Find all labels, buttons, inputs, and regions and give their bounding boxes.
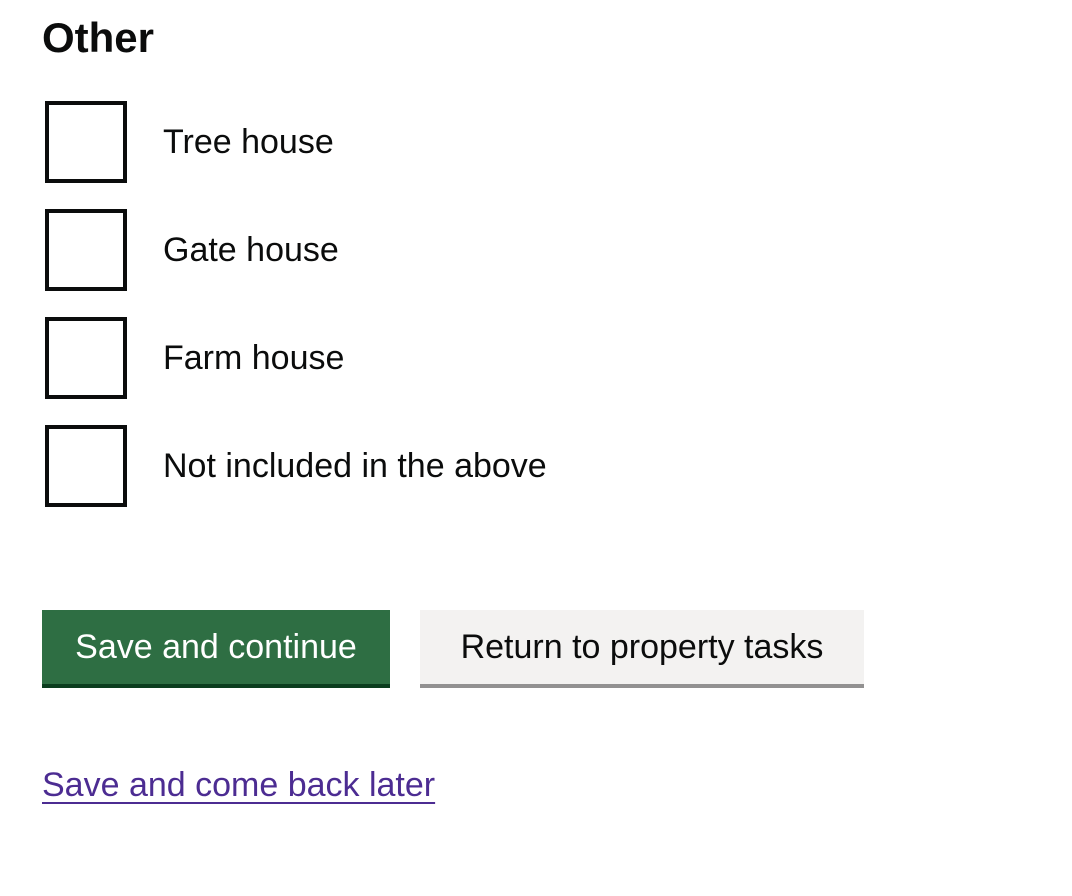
checkbox-item-tree-house[interactable]: Tree house (45, 101, 547, 183)
checkbox-item-farm-house[interactable]: Farm house (45, 317, 547, 399)
checkbox-label[interactable]: Farm house (163, 338, 344, 378)
checkbox-group: Tree house Gate house Farm house Not inc… (45, 101, 547, 533)
checkbox-label[interactable]: Tree house (163, 122, 334, 162)
save-and-continue-button[interactable]: Save and continue (42, 610, 390, 684)
page: Other Tree house Gate house Farm house N… (0, 0, 1072, 896)
checkbox-farm-house[interactable] (45, 317, 127, 399)
checkbox-not-included[interactable] (45, 425, 127, 507)
return-to-property-tasks-button[interactable]: Return to property tasks (420, 610, 864, 684)
checkbox-label[interactable]: Gate house (163, 230, 339, 270)
checkbox-item-gate-house[interactable]: Gate house (45, 209, 547, 291)
checkbox-item-not-included[interactable]: Not included in the above (45, 425, 547, 507)
section-heading: Other (42, 14, 155, 61)
checkbox-gate-house[interactable] (45, 209, 127, 291)
save-and-come-back-later-link[interactable]: Save and come back later (42, 764, 435, 806)
checkbox-tree-house[interactable] (45, 101, 127, 183)
checkbox-label[interactable]: Not included in the above (163, 446, 547, 486)
